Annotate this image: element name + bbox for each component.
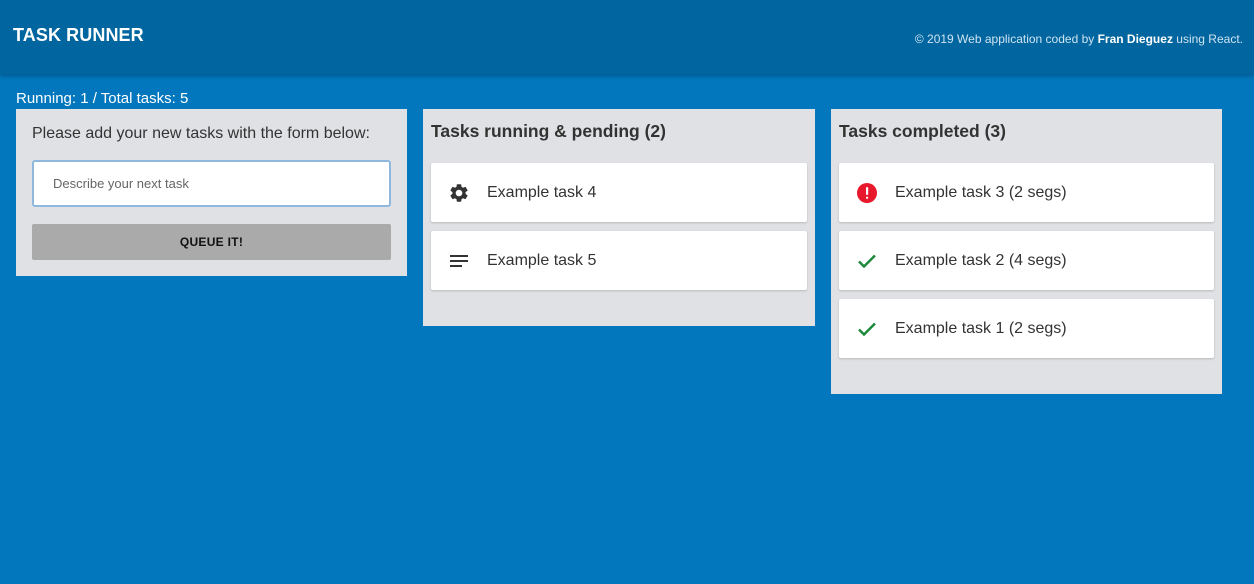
app-bar: TASK RUNNER © 2019 Web application coded… bbox=[0, 0, 1254, 74]
app-title: TASK RUNNER bbox=[13, 25, 144, 45]
queue-lines-icon bbox=[431, 231, 487, 290]
task-description-input[interactable] bbox=[32, 160, 391, 207]
check-icon bbox=[839, 231, 895, 290]
task-label: Example task 2 (4 segs) bbox=[895, 251, 1067, 269]
queue-button[interactable]: QUEUE IT! bbox=[32, 224, 391, 260]
task-card[interactable]: Example task 1 (2 segs) bbox=[839, 299, 1214, 358]
task-card[interactable]: Example task 2 (4 segs) bbox=[839, 231, 1214, 290]
running-panel-title: Tasks running & pending (2) bbox=[431, 121, 666, 141]
task-label: Example task 3 (2 segs) bbox=[895, 183, 1067, 201]
task-card[interactable]: Example task 4 bbox=[431, 163, 807, 222]
task-label: Example task 1 (2 segs) bbox=[895, 319, 1067, 337]
credits-prefix: © 2019 Web application coded by bbox=[914, 32, 1098, 46]
completed-panel-title: Tasks completed (3) bbox=[839, 121, 1006, 141]
task-label: Example task 4 bbox=[487, 183, 597, 201]
form-caption: Please add your new tasks with the form … bbox=[32, 125, 370, 142]
task-stats: Running: 1 / Total tasks: 5 bbox=[16, 90, 189, 107]
gear-icon bbox=[431, 163, 487, 222]
check-icon bbox=[839, 299, 895, 358]
credits: © 2019 Web application coded by Fran Die… bbox=[915, 32, 1243, 46]
credits-suffix: using React. bbox=[1172, 32, 1243, 46]
credits-author: Fran Dieguez bbox=[1097, 32, 1173, 46]
new-task-panel: Please add your new tasks with the form … bbox=[16, 109, 407, 276]
running-tasks-panel: Tasks running & pending (2) Example task… bbox=[423, 109, 815, 326]
task-card[interactable]: Example task 5 bbox=[431, 231, 807, 290]
task-label: Example task 5 bbox=[487, 251, 597, 269]
completed-tasks-panel: Tasks completed (3) Example task 3 (2 se… bbox=[831, 109, 1222, 394]
error-icon bbox=[839, 163, 895, 222]
task-card[interactable]: Example task 3 (2 segs) bbox=[839, 163, 1214, 222]
